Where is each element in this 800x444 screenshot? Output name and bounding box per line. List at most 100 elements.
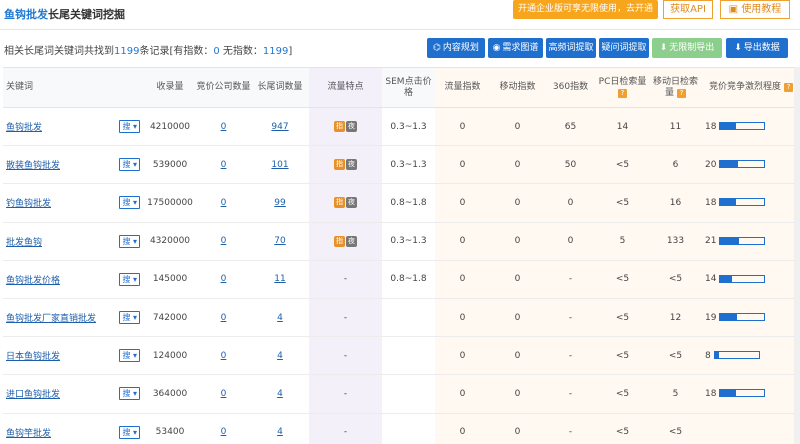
- help-icon[interactable]: ?: [676, 88, 686, 98]
- keyword-link[interactable]: 鱼钩竿批发: [6, 429, 51, 439]
- keyword-link[interactable]: 鱼钩批发价格: [6, 276, 60, 286]
- mobile-daily-cell: 11: [649, 107, 702, 147]
- bid-companies-link[interactable]: 0: [221, 274, 227, 284]
- eye-icon: ◉: [492, 43, 501, 53]
- longtail-link[interactable]: 70: [274, 236, 285, 246]
- competition-value: 18: [705, 121, 717, 132]
- search-dropdown-button[interactable]: 搜 ▾: [119, 387, 140, 401]
- col-traffic-index[interactable]: 流量指数: [435, 67, 490, 108]
- bid-companies-link[interactable]: 0: [221, 160, 227, 170]
- keyword-link[interactable]: 日本鱼钩批发: [6, 352, 60, 362]
- help-icon[interactable]: ?: [783, 83, 793, 92]
- traffic-feature-cell: 指夜: [309, 107, 382, 147]
- col-indexed[interactable]: 收录量: [144, 67, 196, 108]
- keyword-link[interactable]: 批发鱼钩: [6, 238, 42, 248]
- content-plan-button[interactable]: ⌬ 内容规划: [427, 38, 485, 58]
- search-label: 搜: [122, 122, 131, 132]
- col-competition[interactable]: 竞价竞争激烈程度 ?: [702, 67, 800, 108]
- upgrade-promo-banner[interactable]: 开通企业版可享无限使用，去开通: [513, 0, 658, 19]
- sem-price-cell: 0.3~1.3: [382, 107, 435, 147]
- longtail-link[interactable]: 11: [274, 274, 285, 284]
- col-mobile-daily[interactable]: 移动日检索量 ?: [649, 67, 702, 108]
- unlimited-export-button[interactable]: ⬇ 无限制导出: [652, 38, 722, 58]
- competition-bar: [719, 198, 766, 207]
- keyword-cell: 进口鱼钩批发 搜 ▾: [3, 374, 144, 414]
- help-icon[interactable]: ?: [618, 88, 627, 98]
- search-dropdown-button[interactable]: 搜 ▾: [119, 158, 140, 172]
- col-pc-daily[interactable]: PC日检索量 ?: [596, 67, 649, 108]
- summary-text: 条记录[有指数：: [139, 46, 214, 57]
- longtail-cell: 4: [251, 298, 309, 338]
- search-label: 搜: [122, 274, 131, 284]
- traffic-index-cell: 0: [435, 374, 490, 414]
- tool-label: 高频词提取: [548, 43, 594, 53]
- competition-bar: [719, 274, 766, 283]
- longtail-link[interactable]: 4: [277, 427, 283, 437]
- longtail-link[interactable]: 99: [274, 198, 285, 208]
- tutorial-button[interactable]: ▣ 使用教程: [720, 0, 790, 19]
- competition-bar-fill: [720, 161, 739, 168]
- keyword-link[interactable]: 进口鱼钩批发: [6, 390, 60, 400]
- bid-companies-link[interactable]: 0: [221, 427, 227, 437]
- bid-companies-link[interactable]: 0: [221, 122, 227, 132]
- col-keyword[interactable]: 关键词: [3, 67, 144, 108]
- search-dropdown-button[interactable]: 搜 ▾: [119, 120, 140, 134]
- longtail-link[interactable]: 4: [277, 389, 283, 399]
- longtail-cell: 70: [251, 222, 309, 261]
- tool-label: 无限制导出: [669, 43, 715, 53]
- col-longtail-count[interactable]: 长尾词数量: [251, 67, 309, 108]
- traffic-index-cell: 0: [435, 183, 490, 223]
- traffic-feature-cell: -: [309, 413, 382, 444]
- bid-companies-link[interactable]: 0: [221, 198, 227, 208]
- col-mobile-index[interactable]: 移动指数: [490, 67, 545, 108]
- keyword-link[interactable]: 鱼钩批发厂家直销批发: [6, 314, 96, 324]
- table-row: 鱼钩竿批发搜 ▾ 53400 0 4-0 0- <5 <5: [3, 413, 800, 444]
- search-dropdown-button[interactable]: 搜 ▾: [119, 311, 140, 325]
- export-data-button[interactable]: ⬇ 导出数据: [726, 38, 788, 58]
- longtail-link[interactable]: 947: [271, 122, 288, 132]
- col-sem-price[interactable]: SEM点击价格: [382, 67, 435, 108]
- traffic-feature-cell: 指夜: [309, 145, 382, 185]
- keyword-cell: 鱼钩竿批发 搜 ▾: [3, 413, 144, 444]
- search-dropdown-button[interactable]: 搜 ▾: [119, 272, 140, 286]
- question-extract-button[interactable]: 疑问词提取: [599, 38, 649, 58]
- bid-companies-cell: 0: [196, 413, 251, 444]
- search-dropdown-button[interactable]: 搜 ▾: [119, 196, 140, 210]
- keyword-link[interactable]: 散装鱼钩批发: [6, 161, 60, 171]
- competition-cell: 20: [702, 145, 800, 185]
- traffic-feature-cell: -: [309, 374, 382, 414]
- longtail-link[interactable]: 4: [277, 313, 283, 323]
- demand-graph-button[interactable]: ◉ 需求图谱: [488, 38, 543, 58]
- index-360-cell: 0: [545, 183, 596, 223]
- bid-companies-link[interactable]: 0: [221, 351, 227, 361]
- bid-companies-link[interactable]: 0: [221, 389, 227, 399]
- mobile-index-cell: 0: [490, 413, 545, 444]
- mobile-index-cell: 0: [490, 374, 545, 414]
- competition-bar-fill: [720, 199, 736, 206]
- table-row: 散装鱼钩批发搜 ▾ 539000 0 101 指夜 0.3~1.3 0 0 50 <5 6 20: [3, 145, 800, 185]
- competition-bar: [713, 351, 760, 360]
- longtail-link[interactable]: 4: [277, 351, 283, 361]
- search-dropdown-button[interactable]: 搜 ▾: [119, 234, 140, 248]
- col-360-index[interactable]: 360指数: [545, 67, 596, 108]
- bid-companies-link[interactable]: 0: [221, 236, 227, 246]
- bid-companies-link[interactable]: 0: [221, 313, 227, 323]
- longtail-cell: 99: [251, 183, 309, 223]
- longtail-link[interactable]: 101: [271, 160, 288, 170]
- scrollbar[interactable]: [794, 67, 800, 444]
- table-row: 鱼钩批发价格搜 ▾ 145000 0 11-0.8~1.8 0 0- <5 <5 14: [3, 260, 800, 299]
- high-freq-extract-button[interactable]: 高频词提取: [546, 38, 596, 58]
- night-tag: 夜: [346, 121, 357, 133]
- keyword-link[interactable]: 钓鱼钩批发: [6, 199, 51, 209]
- get-api-button[interactable]: 获取API: [663, 0, 713, 19]
- traffic-index-cell: 0: [435, 260, 490, 299]
- table-row: 进口鱼钩批发搜 ▾ 364000 0 4-0 0- <5 5 18: [3, 374, 800, 414]
- competition-cell: 19: [702, 298, 800, 338]
- search-dropdown-button[interactable]: 搜 ▾: [119, 425, 140, 439]
- col-bid-companies[interactable]: 竞价公司数量: [196, 67, 251, 108]
- indexed-cell: 4210000: [144, 107, 196, 147]
- keyword-cell: 钓鱼钩批发 搜 ▾: [3, 183, 144, 223]
- keyword-link[interactable]: 鱼钩批发: [6, 123, 42, 133]
- night-tag: 夜: [346, 235, 357, 247]
- search-dropdown-button[interactable]: 搜 ▾: [119, 349, 140, 363]
